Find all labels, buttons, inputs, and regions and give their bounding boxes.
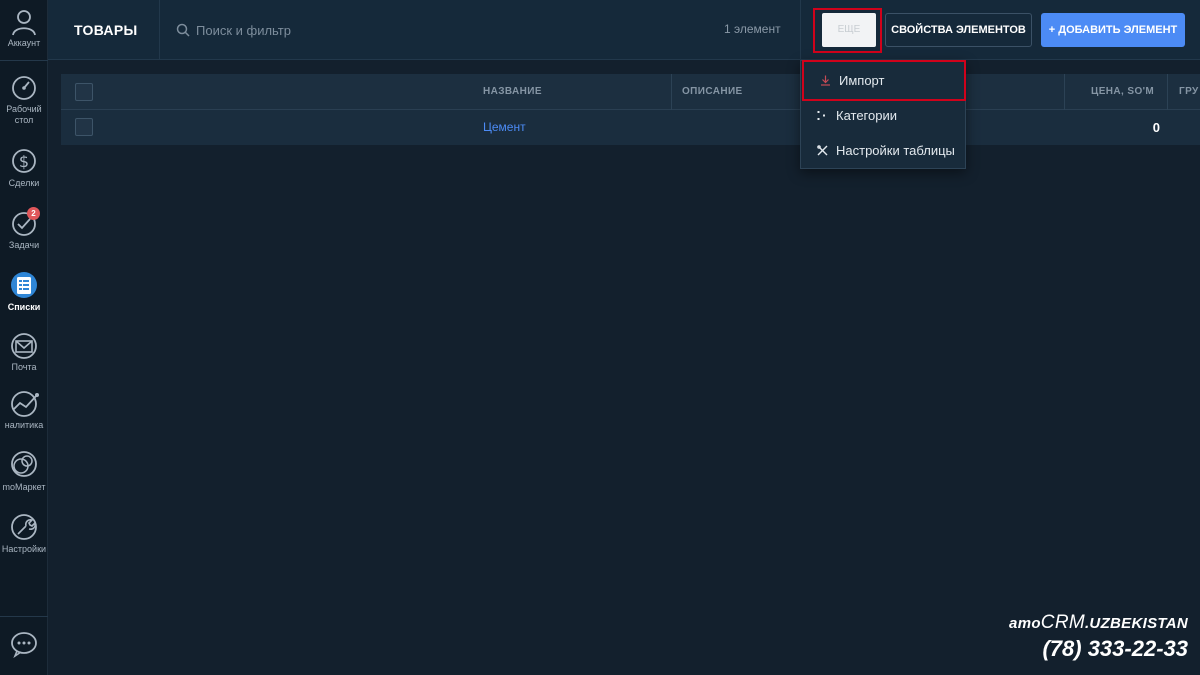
element-properties-button[interactable]: СВОЙСТВА ЭЛЕМЕНТОВ: [885, 13, 1032, 47]
toolbar-divider: [800, 0, 801, 60]
column-header-name[interactable]: НАЗВАНИЕ: [483, 74, 542, 110]
sidebar-item-analytics[interactable]: налитика: [0, 390, 48, 431]
chat-bubble-icon: [11, 632, 37, 658]
row-checkbox[interactable]: [75, 118, 93, 136]
table-row[interactable]: Цемент 0: [61, 110, 1200, 145]
column-separator: [1064, 74, 1065, 110]
sidebar-item-deals[interactable]: $ Сделки: [0, 146, 48, 189]
user-avatar-icon: [12, 10, 36, 36]
sidebar-item-label: Задачи: [8, 240, 40, 250]
sidebar-item-dashboard[interactable]: Рабочий стол: [0, 74, 48, 126]
sidebar-divider: [0, 60, 48, 61]
sidebar-item-label: Сделки: [8, 178, 40, 188]
brand-phone: (78) 333-22-33: [1042, 636, 1188, 661]
svg-text:$: $: [19, 152, 29, 171]
sidebar-item-lists[interactable]: Списки: [0, 270, 48, 313]
add-element-button[interactable]: + ДОБАВИТЬ ЭЛЕМЕНТ: [1041, 13, 1185, 47]
sidebar-item-settings[interactable]: Настройки: [0, 512, 48, 555]
brand-watermark: amoCRM.UZBEKISTAN (78) 333-22-33: [1009, 612, 1188, 662]
sidebar-item-tasks[interactable]: 2 Задачи: [0, 207, 48, 251]
column-header-group[interactable]: ГРУ: [1179, 74, 1199, 110]
menu-item-label: Импорт: [839, 73, 885, 88]
menu-item-label: Настройки таблицы: [836, 142, 955, 158]
select-all-checkbox[interactable]: [75, 83, 93, 101]
element-count: 1 элемент: [724, 22, 781, 36]
products-table: НАЗВАНИЕ ОПИСАНИЕ ЦЕНА, SO'M ГРУ Цемент …: [61, 74, 1200, 145]
sidebar-item-label: Списки: [7, 302, 41, 312]
dollar-icon: $: [12, 149, 36, 173]
mail-icon: [11, 333, 37, 359]
menu-item-table-settings[interactable]: Настройки таблицы: [801, 133, 965, 167]
column-header-description[interactable]: ОПИСАНИЕ: [682, 74, 743, 110]
menu-item-categories[interactable]: Категории: [801, 98, 965, 132]
search-bar[interactable]: [176, 20, 456, 40]
column-separator: [671, 74, 672, 110]
sidebar-item-label: Аккаунт: [7, 38, 41, 48]
sidebar-item-market[interactable]: moМаркет: [0, 448, 48, 493]
product-price: 0: [1152, 120, 1160, 135]
more-button[interactable]: ЕЩЕ: [822, 13, 876, 47]
left-sidebar: Аккаунт Рабочий стол $ Сделки 2 Задачи С…: [0, 0, 48, 675]
sidebar-item-label: налитика: [4, 420, 44, 430]
download-icon: [821, 75, 830, 86]
lists-icon: [11, 272, 37, 298]
more-dropdown-menu: Импорт Категории Настройки таблицы: [800, 60, 966, 169]
page-title: ТОВАРЫ: [48, 0, 160, 60]
table-header: НАЗВАНИЕ ОПИСАНИЕ ЦЕНА, SO'M ГРУ: [61, 74, 1200, 110]
market-icon: [11, 451, 37, 477]
search-icon: [176, 23, 190, 37]
search-input[interactable]: [196, 22, 446, 38]
product-name-link[interactable]: Цемент: [483, 110, 526, 145]
sidebar-item-label: Настройки: [1, 544, 47, 554]
menu-item-import[interactable]: Импорт: [802, 60, 966, 101]
brand-logo-text: amoCRM.UZBEKISTAN: [1009, 612, 1188, 633]
column-header-price[interactable]: ЦЕНА, SO'M: [1091, 74, 1154, 110]
sidebar-item-label: moМаркет: [2, 482, 46, 492]
sidebar-item-account[interactable]: Аккаунт: [0, 6, 48, 49]
top-bar: ТОВАРЫ 1 элемент ЕЩЕ СВОЙСТВА ЭЛЕМЕНТОВ …: [48, 0, 1200, 60]
sidebar-item-chat[interactable]: [0, 630, 48, 658]
tasks-badge: 2: [27, 207, 40, 220]
sidebar-item-label: Рабочий стол: [6, 104, 42, 125]
categories-icon: [817, 110, 825, 120]
menu-item-label: Категории: [836, 107, 897, 123]
sidebar-item-mail[interactable]: Почта: [0, 332, 48, 373]
settings-wrench-icon: [11, 514, 37, 540]
analytics-icon: [11, 391, 39, 417]
column-separator: [1167, 74, 1168, 110]
tools-icon: [817, 144, 828, 155]
dashboard-gauge-icon: [12, 76, 36, 100]
sidebar-divider: [0, 616, 48, 617]
sidebar-item-label: Почта: [11, 362, 37, 372]
